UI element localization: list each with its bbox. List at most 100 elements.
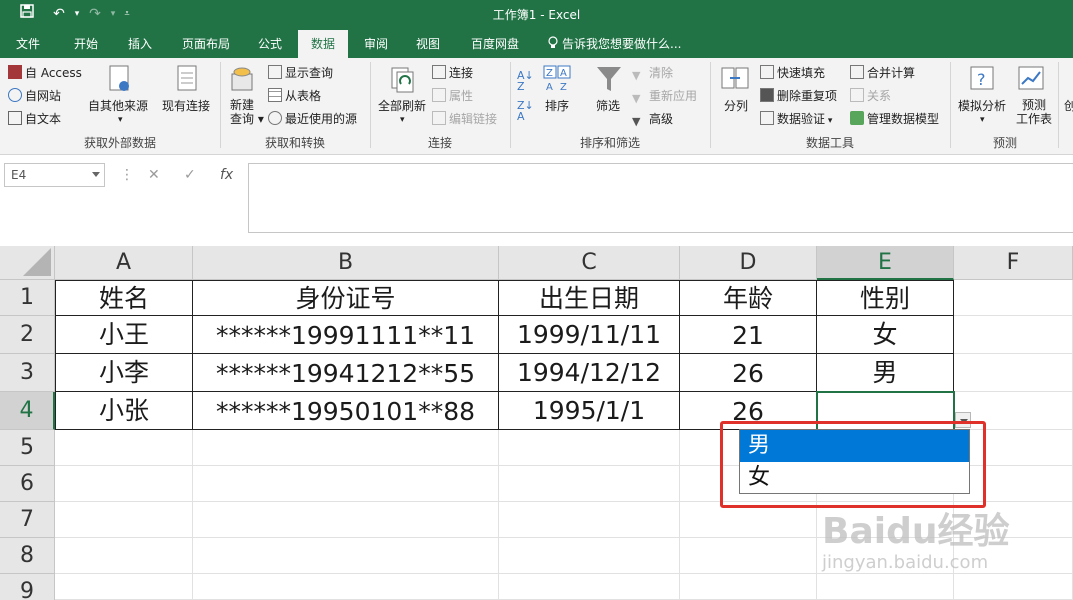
cell-d8[interactable] [680, 538, 817, 574]
column-header-f[interactable]: F [954, 246, 1073, 280]
tab-insert[interactable]: 插入 [118, 30, 162, 58]
cell-a8[interactable] [55, 538, 193, 574]
cell-a9[interactable] [55, 574, 193, 600]
cell-d9[interactable] [680, 574, 817, 600]
cell-f9[interactable] [954, 574, 1073, 600]
reapply-button[interactable]: ▼ 重新应用 [632, 88, 697, 105]
cell-e1[interactable]: 性别 [817, 280, 954, 316]
cell-c6[interactable] [499, 466, 680, 502]
cell-a1[interactable]: 姓名 [55, 280, 193, 316]
connections-button[interactable]: 连接 [432, 65, 473, 81]
from-table-button[interactable]: 从表格 [268, 88, 321, 104]
tab-view[interactable]: 视图 [408, 30, 448, 58]
cell-f2[interactable] [954, 316, 1073, 354]
consolidate-button[interactable]: 合并计算 [850, 65, 915, 81]
sort-za-icon[interactable]: Z↓ A [517, 100, 534, 122]
enter-icon[interactable]: ✓ [184, 167, 196, 183]
flash-fill-button[interactable]: 快速填充 [760, 65, 825, 81]
row-header-8[interactable]: 8 [0, 538, 55, 574]
cell-b7[interactable] [193, 502, 499, 538]
data-validation-button[interactable]: 数据验证 ▾ [760, 111, 832, 129]
tab-formulas[interactable]: 公式 [250, 30, 290, 58]
relationships-button[interactable]: 关系 [850, 88, 891, 104]
text-to-columns-button[interactable]: 分列 [724, 98, 748, 114]
cell-b2[interactable]: ******19991111**11 [193, 316, 499, 354]
new-query-button[interactable]: 新建 查询 ▾ [230, 98, 264, 126]
tab-review[interactable]: 审阅 [356, 30, 396, 58]
column-header-d[interactable]: D [680, 246, 817, 280]
edit-links-button[interactable]: 编辑链接 [432, 111, 497, 127]
cell-b6[interactable] [193, 466, 499, 502]
row-header-4[interactable]: 4 [0, 392, 55, 430]
chevron-down-icon[interactable] [92, 172, 100, 177]
filter-button[interactable]: 筛选 [596, 98, 620, 114]
cell-a4[interactable]: 小张 [55, 392, 193, 430]
cell-f1[interactable] [954, 280, 1073, 316]
more-options-icon[interactable]: ⋮ [120, 167, 134, 183]
existing-connections-button[interactable]: 现有连接 [162, 98, 210, 114]
cell-e2[interactable]: 女 [817, 316, 954, 354]
tab-page-layout[interactable]: 页面布局 [174, 30, 238, 58]
cell-c3[interactable]: 1994/12/12 [499, 354, 680, 392]
recent-sources-button[interactable]: 最近使用的源 [268, 111, 357, 127]
cell-b1[interactable]: 身份证号 [193, 280, 499, 316]
sort-button[interactable]: 排序 [545, 98, 569, 114]
create-group-button-partial[interactable]: 创 [1064, 98, 1073, 114]
column-header-a[interactable]: A [55, 246, 193, 280]
cell-f3[interactable] [954, 354, 1073, 392]
cell-c1[interactable]: 出生日期 [499, 280, 680, 316]
forecast-sheet-button[interactable]: 预测 工作表 [1016, 98, 1052, 126]
from-web-button[interactable]: 自网站 [8, 88, 61, 104]
cell-b5[interactable] [193, 430, 499, 466]
row-header-3[interactable]: 3 [0, 354, 55, 392]
select-all-button[interactable] [0, 246, 55, 280]
manage-data-model-button[interactable]: 管理数据模型 [850, 111, 939, 127]
row-header-5[interactable]: 5 [0, 430, 55, 466]
row-header-2[interactable]: 2 [0, 316, 55, 354]
tab-home[interactable]: 开始 [64, 30, 108, 58]
name-box[interactable]: E4 [4, 163, 105, 187]
what-if-dropdown-icon[interactable]: ▾ [980, 112, 985, 128]
cell-c4[interactable]: 1995/1/1 [499, 392, 680, 430]
column-header-e[interactable]: E [817, 246, 954, 280]
insert-function-icon[interactable]: fx [220, 167, 233, 183]
row-header-6[interactable]: 6 [0, 466, 55, 502]
cell-c9[interactable] [499, 574, 680, 600]
other-sources-dropdown-icon[interactable]: ▾ [118, 112, 123, 128]
cell-c8[interactable] [499, 538, 680, 574]
cell-a5[interactable] [55, 430, 193, 466]
cell-a6[interactable] [55, 466, 193, 502]
row-header-9[interactable]: 9 [0, 574, 55, 600]
cancel-icon[interactable]: ✕ [148, 167, 160, 183]
advanced-filter-button[interactable]: ▼ 高级 [632, 111, 673, 128]
tab-data[interactable]: 数据 [298, 30, 348, 58]
cell-e9[interactable] [817, 574, 954, 600]
cell-d2[interactable]: 21 [680, 316, 817, 354]
tell-me-search[interactable]: 告诉我您想要做什么... [562, 30, 686, 58]
from-access-button[interactable]: 自 Access [8, 65, 82, 81]
cell-d3[interactable]: 26 [680, 354, 817, 392]
row-header-1[interactable]: 1 [0, 280, 55, 316]
row-header-7[interactable]: 7 [0, 502, 55, 538]
cell-e3[interactable]: 男 [817, 354, 954, 392]
cell-b9[interactable] [193, 574, 499, 600]
cell-c5[interactable] [499, 430, 680, 466]
formula-input[interactable] [248, 163, 1073, 233]
properties-button[interactable]: 属性 [432, 88, 473, 104]
remove-duplicates-button[interactable]: 删除重复项 [760, 88, 837, 104]
tab-file[interactable]: 文件 [6, 30, 50, 58]
cell-c2[interactable]: 1999/11/11 [499, 316, 680, 354]
cell-a2[interactable]: 小王 [55, 316, 193, 354]
tab-baidu-netdisk[interactable]: 百度网盘 [462, 30, 528, 58]
cell-a7[interactable] [55, 502, 193, 538]
sort-az-icon[interactable]: A↓ Z [517, 70, 534, 92]
cell-d1[interactable]: 年龄 [680, 280, 817, 316]
clear-filter-button[interactable]: ▼ 清除 [632, 65, 673, 82]
from-text-button[interactable]: 自文本 [8, 111, 61, 127]
show-queries-button[interactable]: 显示查询 [268, 65, 333, 81]
cell-a3[interactable]: 小李 [55, 354, 193, 392]
column-header-b[interactable]: B [193, 246, 499, 280]
column-header-c[interactable]: C [499, 246, 680, 280]
cell-c7[interactable] [499, 502, 680, 538]
cell-b4[interactable]: ******19950101**88 [193, 392, 499, 430]
